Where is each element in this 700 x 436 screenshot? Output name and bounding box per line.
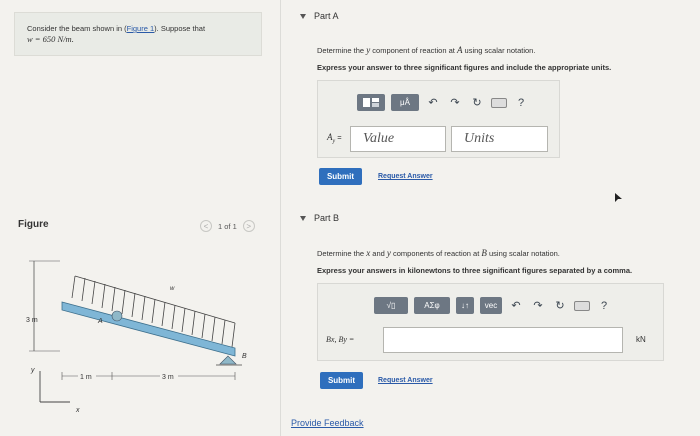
units-button[interactable]: μÅ [391,94,419,111]
load-value: w = 650 N/m. [27,34,74,44]
vec-button[interactable]: vec [480,297,502,314]
beam-figure: 3 m y x 1 m 3 m w A B [26,260,247,414]
problem-text: Consider the beam shown in ( [27,24,127,33]
panel-divider [280,0,281,436]
q-text: Determine the [317,249,365,258]
ay-label-eq: = [337,133,342,142]
part-b-header[interactable]: Part B [300,213,339,223]
part-a-header[interactable]: Part A [300,11,339,21]
figure-heading: Figure [18,219,49,230]
problem-panel: Consider the beam shown in (Figure 1). S… [0,0,275,436]
part-b-instruction: Express your answers in kilonewtons to t… [317,266,632,275]
instruction-text: Express your answer to three significant… [317,63,612,72]
template-button[interactable] [357,94,385,111]
axis-y-label: y [30,367,35,374]
undo-icon[interactable]: ↶ [508,298,524,314]
part-a-question: Determine the y component of reaction at… [317,45,535,55]
load-label: w [170,286,175,292]
part-a-title: Part A [314,11,339,21]
kn-unit: kN [636,335,646,344]
q-var: y [366,45,371,55]
reset-icon[interactable]: ↻ [469,95,485,111]
collapse-icon [300,215,306,221]
arrows-button[interactable]: ↓↑ [456,297,474,314]
dim-height-label: 3 m [26,317,38,324]
bxby-input[interactable] [383,327,623,353]
part-a-request-answer[interactable]: Request Answer [378,173,433,180]
bxby-label: Bx, By = [326,335,354,344]
beam [61,301,236,357]
greek-button[interactable]: ΑΣφ [414,297,450,314]
pager-text: 1 of 1 [218,221,237,231]
reset-icon[interactable]: ↻ [552,298,568,314]
help-icon[interactable]: ? [596,298,612,314]
part-b-request-answer[interactable]: Request Answer [378,377,433,384]
help-icon[interactable]: ? [513,95,529,111]
part-b-title: Part B [314,213,340,223]
part-b-question: Determine the x and y components of reac… [317,248,560,258]
q-y: y [386,248,391,258]
keyboard-icon[interactable] [491,97,507,108]
part-a-submit-button[interactable]: Submit [319,168,362,185]
problem-text-2: ). Suppose that [154,24,206,33]
dim-right-label: 3 m [162,374,174,381]
problem-statement: Consider the beam shown in (Figure 1). S… [14,12,262,56]
part-b-toolbar: √▯ ΑΣφ ↓↑ vec ↶ ↷ ↻ ? [374,297,612,314]
value-input[interactable]: Value [350,126,446,152]
q-point: A [456,45,463,55]
collapse-icon [300,13,306,19]
point-a-label: A [97,318,103,325]
q-text-2: components of reaction at [393,249,480,258]
ay-label: Ay = [327,132,342,145]
q-point: B [481,248,487,258]
provide-feedback-link[interactable]: Provide Feedback [291,418,364,428]
dim-left-label: 1 m [80,374,92,381]
redo-icon[interactable]: ↷ [447,95,463,111]
q-and: and [372,249,385,258]
sqrt-button[interactable]: √▯ [374,297,408,314]
q-text-3: using scalar notation. [489,249,560,258]
figure-link[interactable]: Figure 1 [127,24,155,33]
prev-figure-button[interactable]: < [200,220,212,232]
q-text-3: using scalar notation. [464,46,536,55]
part-a-instruction: Express your answer to three significant… [317,63,611,72]
cursor-icon [615,193,622,202]
template-icon [363,98,379,107]
ay-label-sub: y [332,138,336,145]
keyboard-icon[interactable] [574,300,590,311]
next-figure-button[interactable]: > [242,220,255,232]
q-text-2: component of reaction at [372,46,455,55]
q-text: Determine the [317,46,365,55]
figure-pager: < 1 of 1 > [200,220,255,232]
part-a-toolbar: μÅ ↶ ↷ ↻ ? [357,94,529,111]
q-x: x [366,248,371,258]
instruction-text: Express your answers in kilonewtons to t… [317,266,633,275]
bxby-label-text: Bx, By = [326,335,355,344]
units-input[interactable]: Units [451,126,548,152]
part-b-submit-button[interactable]: Submit [320,372,363,389]
redo-icon[interactable]: ↷ [530,298,546,314]
undo-icon[interactable]: ↶ [425,95,441,111]
axis-x-label: x [75,407,80,414]
point-b-label: B [242,353,247,360]
